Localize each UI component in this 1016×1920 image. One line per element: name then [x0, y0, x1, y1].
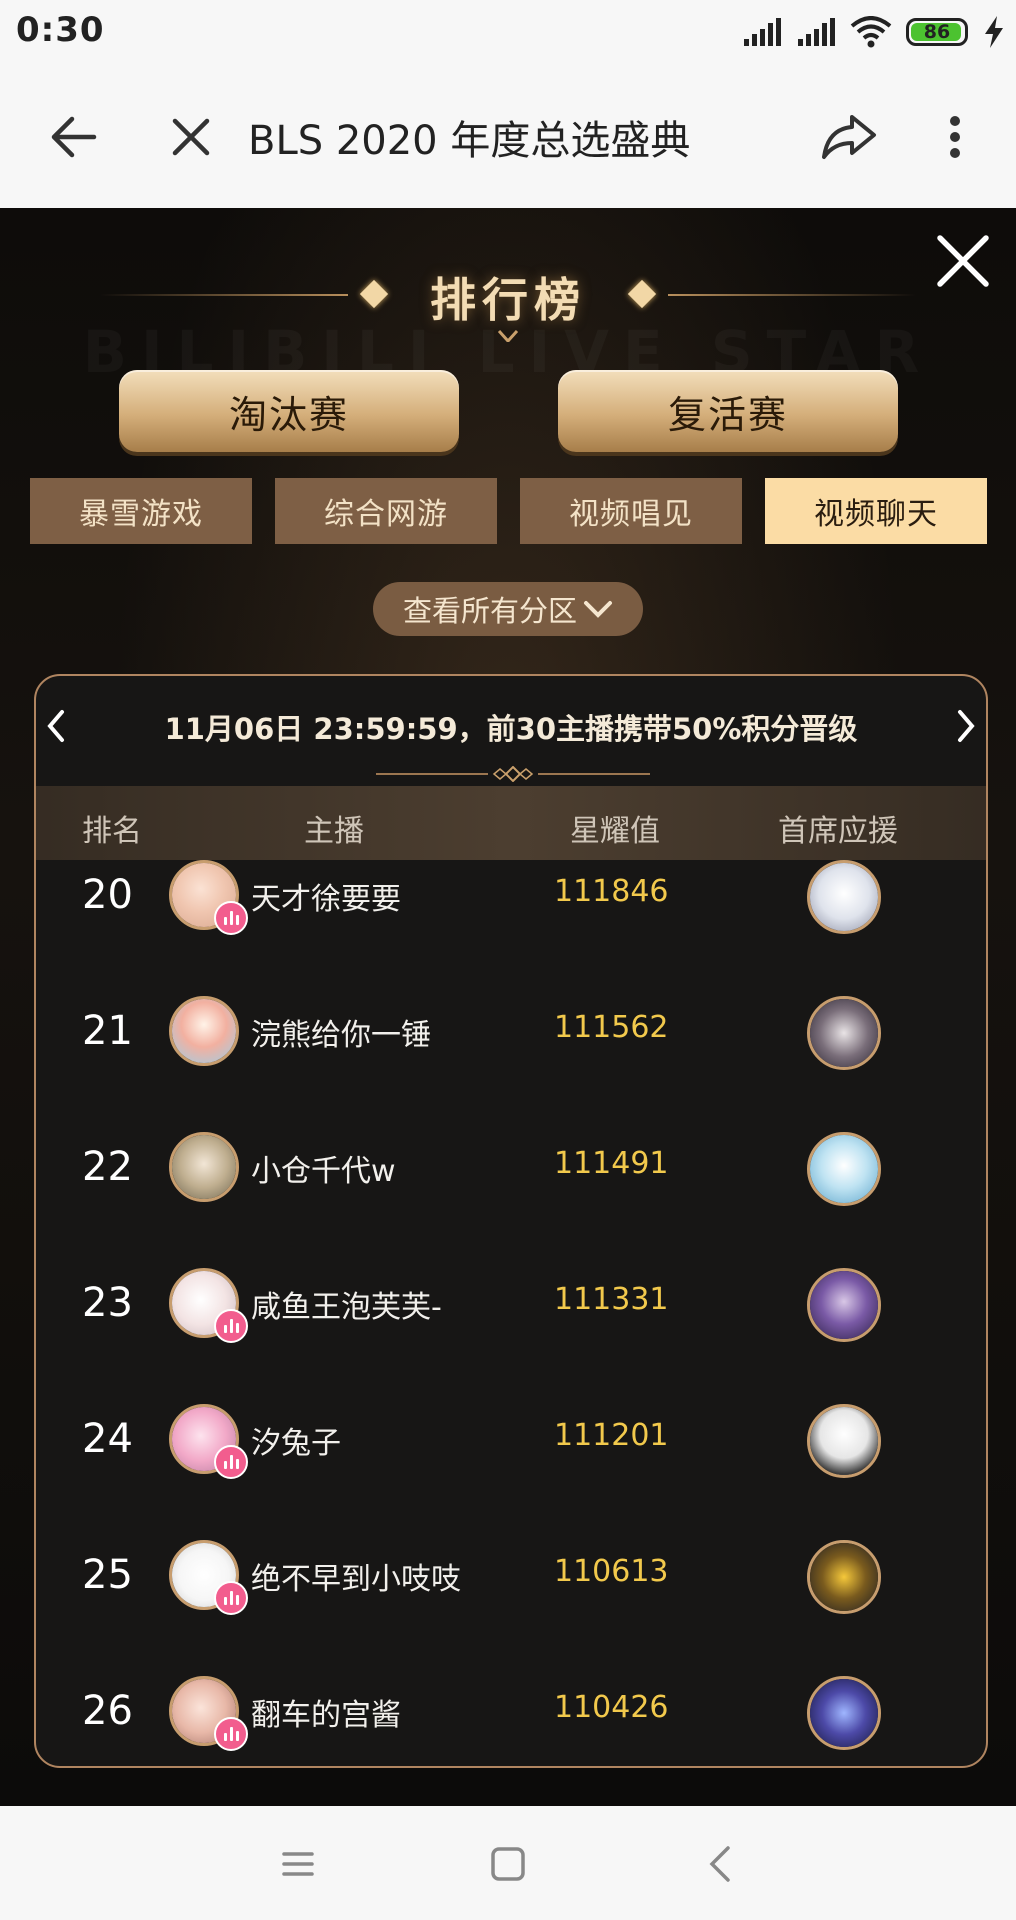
streamer-name[interactable]: 小仓千代w — [251, 1146, 396, 1190]
rank-number: 24 — [82, 1416, 133, 1462]
table-row[interactable]: 23 咸鱼王泡芙芙- 111331 — [36, 1268, 986, 1404]
back-chevron-icon[interactable] — [700, 1842, 744, 1886]
board-title-row: 排行榜 — [100, 264, 916, 327]
ranking-panel: BILIBILI LIVE STAR 排行榜 淘汰赛 复活赛 暴雪游戏 综合网游… — [0, 208, 1016, 1806]
signal-icon — [798, 18, 835, 46]
star-score: 110426 — [554, 1690, 669, 1725]
signal-icon — [744, 18, 781, 46]
column-header-streamer: 主播 — [304, 814, 364, 849]
revival-round-button[interactable]: 复活赛 — [558, 370, 898, 452]
avatar[interactable] — [169, 1268, 248, 1343]
browser-header: BLS 2020 年度总选盛典 — [0, 62, 1016, 208]
live-indicator-icon — [214, 1581, 248, 1615]
rank-number: 23 — [82, 1280, 133, 1326]
supporter-avatar[interactable] — [807, 1268, 881, 1342]
board-title: 排行榜 — [430, 273, 586, 327]
chevron-down-icon — [584, 601, 612, 618]
streamer-name[interactable]: 浣熊给你一锤 — [251, 1010, 431, 1054]
avatar[interactable] — [169, 860, 248, 935]
status-time: 0:30 — [16, 10, 105, 50]
supporter-avatar[interactable] — [807, 1132, 881, 1206]
star-score: 110613 — [554, 1554, 669, 1589]
rank-number: 25 — [82, 1552, 133, 1598]
streamer-name[interactable]: 绝不早到小吱吱 — [251, 1554, 461, 1598]
rank-number: 21 — [82, 1008, 133, 1054]
tab-online-games[interactable]: 综合网游 — [275, 478, 497, 544]
wifi-icon — [850, 16, 892, 48]
view-all-zones-label: 查看所有分区 — [402, 594, 577, 628]
table-header: 排名 主播 星耀值 首席应援 — [36, 786, 986, 860]
supporter-avatar[interactable] — [807, 860, 881, 934]
battery-level: 86 — [923, 21, 951, 43]
close-icon[interactable] — [932, 230, 994, 292]
supporter-avatar[interactable] — [807, 1540, 881, 1614]
tab-video-chat[interactable]: 视频聊天 — [765, 478, 987, 544]
divider-ornament-icon — [376, 766, 650, 782]
live-indicator-icon — [214, 1309, 248, 1343]
menu-icon[interactable] — [276, 1842, 320, 1886]
share-icon[interactable] — [814, 102, 884, 172]
table-row[interactable]: 21 浣熊给你一锤 111562 — [36, 996, 986, 1132]
ranking-card: 11月06日 23:59:59，前30主播携带50%积分晋级 排名 主播 星耀值… — [34, 674, 988, 1768]
rank-number: 22 — [82, 1144, 133, 1190]
column-header-top-supporter: 首席应援 — [778, 814, 898, 849]
view-all-zones-button[interactable]: 查看所有分区 — [373, 582, 643, 636]
streamer-name[interactable]: 天才徐要要 — [251, 874, 401, 918]
column-header-score: 星耀值 — [570, 814, 660, 849]
table-row[interactable]: 24 汐兔子 111201 — [36, 1404, 986, 1540]
tab-blizzard-games[interactable]: 暴雪游戏 — [30, 478, 252, 544]
chevron-left-icon[interactable] — [42, 706, 72, 746]
home-square-icon[interactable] — [486, 1842, 530, 1886]
avatar[interactable] — [169, 1132, 239, 1202]
close-icon[interactable] — [156, 102, 226, 172]
star-score: 111201 — [554, 1418, 669, 1453]
status-icons: 86 — [742, 12, 1006, 52]
live-indicator-icon — [214, 1717, 248, 1751]
status-bar: 0:30 86 — [0, 0, 1016, 62]
live-indicator-icon — [214, 901, 248, 935]
star-score: 111491 — [554, 1146, 669, 1181]
streamer-name[interactable]: 汐兔子 — [251, 1418, 341, 1462]
avatar[interactable] — [169, 1540, 248, 1615]
star-score: 111562 — [554, 1010, 669, 1045]
live-indicator-icon — [214, 1445, 248, 1479]
table-row[interactable]: 25 绝不早到小吱吱 110613 — [36, 1540, 986, 1676]
tab-video-singing[interactable]: 视频唱见 — [520, 478, 742, 544]
column-header-rank: 排名 — [82, 814, 142, 849]
rank-number: 26 — [82, 1688, 133, 1734]
chevron-down-icon — [498, 330, 518, 342]
rank-number: 20 — [82, 872, 133, 918]
avatar[interactable] — [169, 1404, 248, 1479]
title-divider-right — [668, 294, 916, 296]
star-score: 111846 — [554, 874, 669, 909]
charging-icon — [985, 16, 1003, 48]
avatar[interactable] — [169, 996, 239, 1066]
table-row[interactable]: 22 小仓千代w 111491 — [36, 1132, 986, 1268]
more-vert-icon[interactable] — [920, 102, 990, 172]
system-navigation-bar — [0, 1806, 1016, 1920]
streamer-name[interactable]: 咸鱼王泡芙芙- — [251, 1282, 442, 1326]
back-arrow-icon[interactable] — [38, 102, 108, 172]
supporter-avatar[interactable] — [807, 1676, 881, 1750]
table-row[interactable]: 20 天才徐要要 111846 — [36, 860, 986, 996]
supporter-avatar[interactable] — [807, 1404, 881, 1478]
page-title: BLS 2020 年度总选盛典 — [248, 118, 691, 164]
elimination-round-button[interactable]: 淘汰赛 — [119, 370, 459, 452]
promotion-notice: 11月06日 23:59:59，前30主播携带50%积分晋级 — [164, 712, 858, 746]
chevron-right-icon[interactable] — [950, 706, 980, 746]
supporter-avatar[interactable] — [807, 996, 881, 1070]
star-score: 111331 — [554, 1282, 669, 1317]
avatar[interactable] — [169, 1676, 248, 1751]
streamer-name[interactable]: 翻车的宫酱 — [251, 1690, 401, 1734]
battery-icon: 86 — [906, 18, 968, 46]
table-row[interactable]: 26 翻车的宫酱 110426 — [36, 1676, 986, 1766]
